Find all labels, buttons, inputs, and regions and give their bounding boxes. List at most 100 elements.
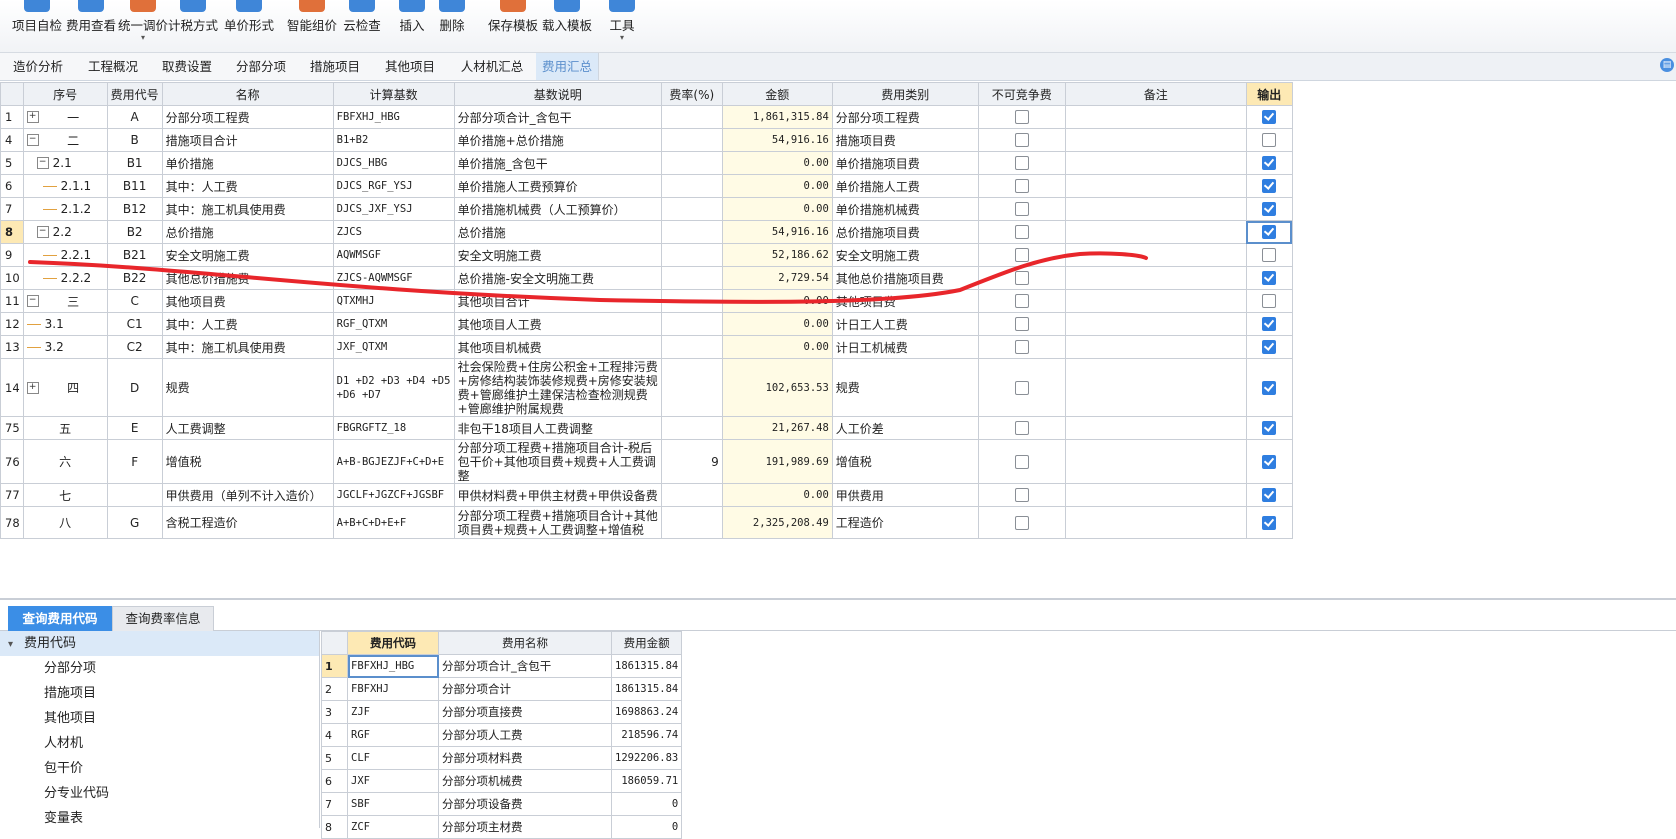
output-checkbox[interactable] — [1262, 421, 1277, 436]
column-header[interactable]: 费用代号 — [106, 82, 163, 106]
output-checkbox[interactable] — [1262, 271, 1277, 286]
table-row[interactable]: 4− 二 B 措施项目合计 B1+B2 单价措施+总价措施 54,916.16 措施项目费 — [0, 128, 1293, 152]
non-competitive-checkbox[interactable] — [1014, 421, 1029, 436]
table-row[interactable]: 1 + 一 A 分部分项工程费 FBFXHJ_HBG 分部分项合计_含包干 1,861,315… — [0, 105, 1293, 129]
note-cell[interactable] — [1064, 174, 1247, 198]
column-header[interactable]: 费用名称 — [438, 631, 612, 655]
table-row[interactable]: 13 3.2 C2 其中：施工机具使用费 JXF_QTXM 其他项目机械费 0.00 计日工机… — [0, 335, 1293, 359]
note-cell[interactable] — [1064, 416, 1247, 440]
column-header[interactable]: 计算基数 — [332, 82, 455, 106]
non-competitive-checkbox[interactable] — [1014, 454, 1029, 469]
panel-toggle-icon[interactable]: ▤ — [1660, 58, 1674, 72]
output-checkbox[interactable] — [1262, 488, 1277, 503]
toolbar-button-1[interactable]: 项目自检 — [12, 0, 62, 52]
output-checkbox[interactable] — [1262, 110, 1277, 125]
bottom-tab-1[interactable]: 查询费用代码 — [8, 606, 112, 631]
tab-1[interactable]: 造价分析 — [0, 53, 77, 80]
output-checkbox[interactable] — [1262, 225, 1277, 240]
tree-item-5[interactable]: 包干价 — [0, 756, 319, 781]
note-cell[interactable] — [1064, 197, 1247, 221]
output-checkbox[interactable] — [1262, 294, 1277, 309]
table-row[interactable]: 1 FBFXHJ_HBG 分部分项合计_含包干 1861315.84 — [321, 654, 683, 678]
toolbar-button-10[interactable]: 保存模板 — [488, 0, 538, 52]
pane-splitter[interactable] — [0, 598, 1676, 600]
tree-item-6[interactable]: 分专业代码 — [0, 781, 319, 806]
non-competitive-checkbox[interactable] — [1014, 271, 1029, 286]
tab-2[interactable]: 工程概况 — [76, 53, 151, 80]
table-row[interactable]: 8 ZCF 分部分项主材费 0 — [321, 815, 683, 839]
expand-icon[interactable]: + — [26, 111, 39, 123]
table-row[interactable]: 3 ZJF 分部分项直接费 1698863.24 — [321, 700, 683, 724]
tab-7[interactable]: 人材机汇总 — [448, 53, 537, 80]
non-competitive-checkbox[interactable] — [1014, 294, 1029, 309]
table-row[interactable]: 7 2.1.2 B12 其中：施工机具使用费 DJCS_JXF_YSJ 单价措施机械费（人… — [0, 197, 1293, 221]
table-row[interactable]: 7 SBF 分部分项设备费 0 — [321, 792, 683, 816]
note-cell[interactable] — [1064, 128, 1247, 152]
note-cell[interactable] — [1064, 506, 1247, 539]
output-checkbox[interactable] — [1262, 340, 1277, 355]
non-competitive-checkbox[interactable] — [1014, 225, 1029, 240]
table-row[interactable]: 9 2.2.1 B21 安全文明施工费 AQWMSGF 安全文明施工费 52,186.62 安… — [0, 243, 1293, 267]
non-competitive-checkbox[interactable] — [1014, 156, 1029, 171]
tab-3[interactable]: 取费设置 — [150, 53, 225, 80]
toolbar-button-3[interactable]: 统一调价 ▾ — [118, 0, 168, 52]
column-header[interactable]: 金额 — [721, 82, 833, 106]
output-checkbox[interactable] — [1262, 202, 1277, 217]
column-header[interactable]: 费用类别 — [831, 82, 979, 106]
table-row[interactable]: 8−2.2 B2 总价措施 ZJCS 总价措施 54,916.16 总价措施项目费 — [0, 220, 1293, 244]
table-row[interactable]: 5−2.1 B1 单价措施 DJCS_HBG 单价措施_含包干 0.00 单价措施项目费 — [0, 151, 1293, 175]
non-competitive-checkbox[interactable] — [1014, 110, 1029, 125]
table-row[interactable]: 10 2.2.2 B22 其他总价措施费 ZJCS-AQWMSGF 总价措施-安全文明施工… — [0, 266, 1293, 290]
column-header[interactable]: 基数说明 — [453, 82, 662, 106]
column-header[interactable]: 费用代码 — [347, 631, 439, 655]
table-row[interactable]: 4 RGF 分部分项人工费 218596.74 — [321, 723, 683, 747]
tree-item-2[interactable]: 措施项目 — [0, 681, 319, 706]
tree-item-1[interactable]: 分部分项 — [0, 656, 319, 681]
toolbar-button-7[interactable]: 云检查 — [342, 0, 382, 52]
table-row[interactable]: 12 3.1 C1 其中：人工费 RGF_QTXM 其他项目人工费 0.00 计日工人工费 — [0, 312, 1293, 336]
toolbar-button-11[interactable]: 载入模板 — [542, 0, 592, 52]
column-header[interactable]: 费率(%) — [660, 82, 723, 106]
tab-4[interactable]: 分部分项 — [224, 53, 299, 80]
table-row[interactable]: 2 FBFXHJ 分部分项合计 1861315.84 — [321, 677, 683, 701]
output-checkbox[interactable] — [1262, 156, 1277, 171]
table-row[interactable]: 77 七 甲供费用（单列不计入造价） JGCLF+JGZCF+JGSBF 甲供材料费+甲… — [0, 483, 1293, 507]
note-cell[interactable] — [1064, 358, 1247, 417]
non-competitive-checkbox[interactable] — [1014, 248, 1029, 263]
collapse-icon[interactable]: − — [26, 134, 39, 146]
note-cell[interactable] — [1064, 335, 1247, 359]
collapse-icon[interactable]: − — [36, 226, 49, 238]
output-checkbox[interactable] — [1262, 454, 1277, 469]
toolbar-button-5[interactable]: 单价形式 — [224, 0, 274, 52]
expand-icon[interactable]: + — [26, 381, 39, 394]
note-cell[interactable] — [1064, 243, 1247, 267]
toolbar-button-2[interactable]: 费用查看 — [66, 0, 116, 52]
toolbar-button-12[interactable]: 工具 ▾ — [608, 0, 636, 52]
table-row[interactable]: 14 + 四 D 规费 D1 +D2 +D3 +D4 +D5 +D6 +D7 社会保险费+住… — [0, 358, 1293, 417]
output-checkbox[interactable] — [1262, 248, 1277, 263]
note-cell[interactable] — [1064, 151, 1247, 175]
note-cell[interactable] — [1064, 266, 1247, 290]
note-cell[interactable] — [1064, 312, 1247, 336]
output-checkbox[interactable] — [1262, 515, 1277, 530]
tab-5[interactable]: 措施项目 — [298, 53, 373, 80]
note-cell[interactable] — [1064, 289, 1247, 313]
note-cell[interactable] — [1064, 105, 1247, 129]
table-row[interactable]: 78 八 G 含税工程造价 A+B+C+D+E+F 分部分项工程费+措施项目合计+其他项目… — [0, 506, 1293, 539]
tab-8[interactable]: 费用汇总 — [536, 53, 599, 80]
column-header[interactable]: 序号 — [22, 82, 108, 106]
table-row[interactable]: 76 六 F 增值税 A+B-BGJEZJF+C+D+E 分部分项工程费+措施项目合计-税… — [0, 439, 1293, 484]
output-checkbox[interactable] — [1262, 179, 1277, 194]
non-competitive-checkbox[interactable] — [1014, 202, 1029, 217]
column-header[interactable]: 名称 — [161, 82, 334, 106]
note-cell[interactable] — [1064, 483, 1247, 507]
non-competitive-checkbox[interactable] — [1014, 133, 1029, 148]
tree-root-fee-code[interactable]: ▾ 费用代码 — [0, 631, 319, 656]
output-checkbox[interactable] — [1262, 380, 1277, 395]
column-header[interactable]: 输出 — [1245, 82, 1293, 106]
column-header[interactable]: 费用金额 — [610, 631, 683, 655]
output-checkbox[interactable] — [1262, 133, 1277, 148]
column-header[interactable]: 不可竞争费 — [977, 82, 1066, 106]
table-row[interactable]: 6 JXF 分部分项机械费 186059.71 — [321, 769, 683, 793]
tree-item-7[interactable]: 变量表 — [0, 806, 319, 831]
